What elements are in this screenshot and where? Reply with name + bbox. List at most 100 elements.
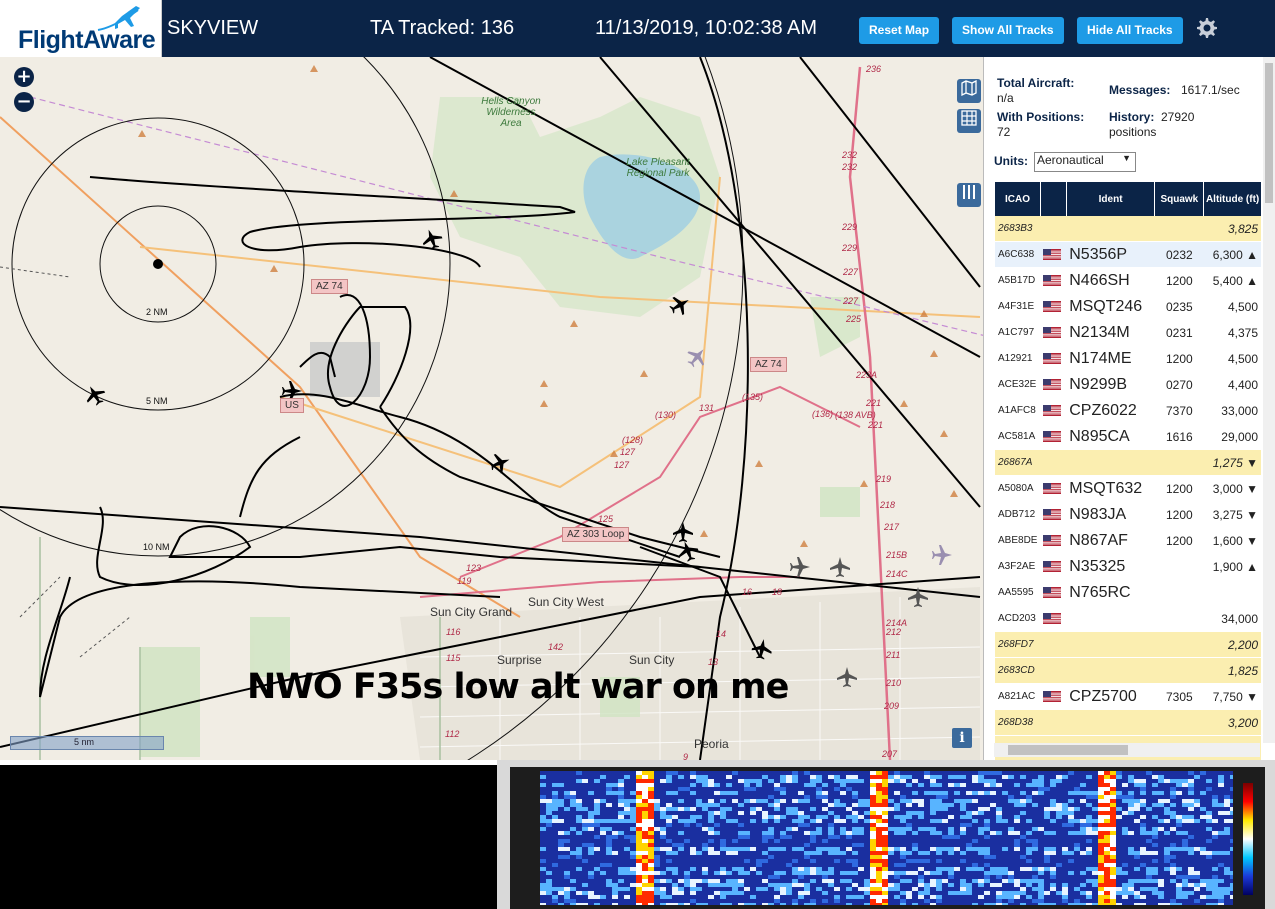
map-view[interactable]: 2 NM 5 NM 10 NM Hells Canyon Wilderness …	[0, 57, 983, 760]
us-flag-icon	[1043, 352, 1062, 364]
us-flag-icon	[1043, 690, 1062, 702]
logo-text: FlightAware	[18, 26, 156, 54]
flag-cell	[1040, 371, 1067, 398]
panel-vertical-scrollbar[interactable]	[1263, 57, 1275, 743]
altitude-cell: 3,000 ▼	[1203, 475, 1261, 502]
map-canvas[interactable]	[0, 57, 983, 760]
aircraft-icon	[932, 545, 952, 565]
us-flag-icon	[1043, 326, 1062, 338]
units-label: Units:	[994, 154, 1028, 168]
ident-cell	[1066, 605, 1155, 632]
table-row[interactable]: A1AFC8 CPZ6022 7370 33,000	[995, 397, 1261, 424]
altitude-cell: 5,400 ▲	[1203, 267, 1261, 294]
gear-icon[interactable]	[1194, 16, 1218, 40]
scroll-thumb[interactable]	[1265, 63, 1273, 203]
flightaware-logo[interactable]: FlightAware	[0, 0, 162, 57]
col-icao[interactable]: ICAO	[995, 182, 1041, 216]
ring-label-2nm: 2 NM	[146, 307, 168, 317]
table-row[interactable]: ABE8DE N867AF 1200 1,600 ▼	[995, 527, 1261, 554]
icao-cell: AC581A	[995, 423, 1041, 450]
table-row[interactable]: ACD203 34,000	[995, 605, 1261, 632]
scroll-thumb[interactable]	[1008, 745, 1128, 755]
place-peoria: Peoria	[694, 737, 729, 751]
info-icon[interactable]: i	[952, 728, 972, 748]
units-select[interactable]: Aeronautical ▼	[1034, 152, 1136, 172]
place-surprise: Surprise	[497, 653, 542, 667]
table-row[interactable]: AA5595 N765RC	[995, 579, 1261, 606]
columns-icon[interactable]	[957, 183, 981, 207]
flag-cell	[1040, 475, 1067, 502]
flag-cell	[1040, 605, 1067, 632]
ident-cell	[1066, 709, 1155, 736]
us-flag-icon	[1043, 248, 1062, 260]
altitude-cell: 2,200	[1203, 631, 1261, 658]
icao-cell: A1AFC8	[995, 397, 1041, 424]
table-row[interactable]: A5B17D N466SH 1200 5,400 ▲	[995, 267, 1261, 294]
table-row[interactable]: 2683CD 1,825	[995, 657, 1261, 684]
ident-cell	[1066, 631, 1155, 658]
altitude-cell: 4,400	[1203, 371, 1261, 398]
table-horizontal-scrollbar[interactable]	[994, 743, 1260, 757]
table-row[interactable]: A4F31E MSQT246 0235 4,500	[995, 293, 1261, 320]
table-row[interactable]: A5080A MSQT632 1200 3,000 ▼	[995, 475, 1261, 502]
altitude-cell	[1203, 579, 1261, 606]
zoom-in-icon[interactable]: +	[14, 67, 34, 87]
table-row[interactable]: 268FD7 2,200	[995, 631, 1261, 658]
table-row[interactable]: A12921 N174ME 1200 4,500	[995, 345, 1261, 372]
table-row[interactable]: A821AC CPZ5700 7305 7,750 ▼	[995, 683, 1261, 710]
flag-cell	[1040, 683, 1067, 710]
ident-cell: N983JA	[1066, 501, 1155, 528]
table-row[interactable]: ADB712 N983JA 1200 3,275 ▼	[995, 501, 1261, 528]
history-unit: positions	[1109, 125, 1157, 139]
icao-cell: ACD203	[995, 605, 1041, 632]
reset-map-button[interactable]: Reset Map	[859, 17, 940, 44]
show-all-tracks-button[interactable]: Show All Tracks	[952, 17, 1064, 44]
icao-cell: A5080A	[995, 475, 1041, 502]
units-selected-value: Aeronautical	[1037, 153, 1104, 167]
col-altitude[interactable]: Altitude (ft)	[1203, 182, 1261, 216]
shield-az303: AZ 303 Loop	[562, 527, 630, 542]
col-squawk[interactable]: Squawk	[1154, 182, 1205, 216]
us-flag-icon	[1043, 404, 1062, 416]
map-layer-icon[interactable]	[957, 79, 981, 103]
park-label-hells-canyon: Hells Canyon Wilderness Area	[481, 96, 541, 129]
table-row[interactable]: A1C797 N2134M 0231 4,375	[995, 319, 1261, 346]
col-ident[interactable]: Ident	[1066, 182, 1156, 216]
flag-cell	[1040, 216, 1067, 242]
ident-cell: N5356P	[1066, 241, 1155, 268]
altitude-cell: 29,000	[1203, 423, 1261, 450]
squawk-cell: 1200	[1154, 345, 1204, 372]
app-name: SKYVIEW	[167, 17, 259, 39]
col-flag[interactable]	[1040, 182, 1067, 216]
table-row[interactable]: 2683B3 3,825	[995, 216, 1261, 242]
us-flag-icon	[1043, 508, 1062, 520]
zoom-out-icon[interactable]: −	[14, 92, 34, 112]
squawk-cell: 0270	[1154, 371, 1204, 398]
us-flag-icon	[1043, 560, 1062, 572]
altitude-cell: 34,000	[1203, 605, 1261, 632]
chevron-down-icon: ▼	[1122, 153, 1131, 163]
ident-cell	[1066, 449, 1155, 476]
place-sun-city-west: Sun City West	[528, 595, 604, 609]
table-row[interactable]: 26867A 1,275 ▼	[995, 449, 1261, 476]
datetime: 11/13/2019, 10:02:38 AM	[595, 17, 818, 39]
ident-cell: CPZ6022	[1066, 397, 1155, 424]
table-row[interactable]: A3F2AE N35325 1,900 ▲	[995, 553, 1261, 580]
flag-cell	[1040, 241, 1067, 268]
grid-icon[interactable]	[957, 109, 981, 133]
place-sun-city: Sun City	[629, 653, 675, 667]
aircraft-icon	[86, 386, 106, 406]
squawk-cell: 0235	[1154, 293, 1204, 320]
hide-all-tracks-button[interactable]: Hide All Tracks	[1077, 17, 1183, 44]
altitude-cell: 4,375	[1203, 319, 1261, 346]
ident-cell: N174ME	[1066, 345, 1155, 372]
squawk-cell	[1154, 605, 1204, 632]
squawk-cell: 0232	[1154, 241, 1204, 268]
table-row[interactable]: 268D38 3,200	[995, 709, 1261, 736]
total-aircraft-label: Total Aircraft:	[997, 76, 1075, 90]
black-pane	[0, 765, 497, 909]
table-row[interactable]: AC581A N895CA 1616 29,000	[995, 423, 1261, 450]
table-row[interactable]: ACE32E N9299B 0270 4,400	[995, 371, 1261, 398]
table-row[interactable]: A6C638 N5356P 0232 6,300 ▲	[995, 241, 1261, 268]
messages-value: 1617.1/sec	[1181, 83, 1240, 97]
